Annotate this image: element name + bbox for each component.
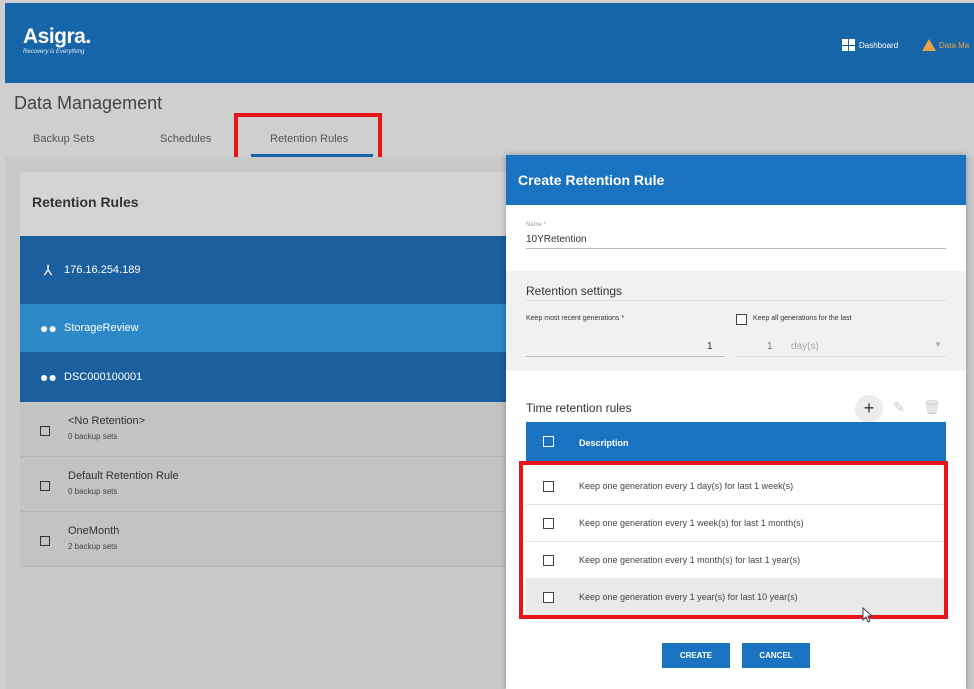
name-field[interactable]: 10YRetention <box>526 234 587 245</box>
dashboard-label: Dashboard <box>859 40 899 50</box>
page-title: Data Management <box>14 93 163 113</box>
data-management-link[interactable]: Data Ma <box>922 39 969 51</box>
tab-bar: Backup Sets Schedules Retention Rules <box>5 125 974 157</box>
retention-rules-card: Retention Rules <box>20 172 510 236</box>
keep-recent-underline <box>526 356 725 357</box>
cancel-button[interactable]: CANCEL <box>742 643 810 668</box>
list-item[interactable]: Default Retention Rule 0 backup sets <box>20 457 510 512</box>
keep-recent-label: Keep most recent generations * <box>526 315 625 322</box>
group-icon: ●● <box>40 320 57 336</box>
keep-recent-input[interactable]: 1 <box>707 341 713 352</box>
network-icon: ⅄ <box>43 261 53 278</box>
cursor-icon <box>862 607 874 623</box>
keep-all-checkbox[interactable] <box>736 314 747 325</box>
keep-all-underline <box>736 356 946 357</box>
dashboard-link[interactable]: Dashboard <box>842 39 898 51</box>
keep-all-unit-select[interactable]: day(s) <box>791 341 819 352</box>
tree-node-label: DSC000100001 <box>64 371 143 383</box>
dialog-title: Create Retention Rule <box>506 155 966 205</box>
table-header: Description <box>526 422 946 462</box>
rule-name: OneMonth <box>68 525 120 537</box>
retention-settings-title: Retention settings <box>526 284 623 298</box>
name-field-underline <box>526 248 946 249</box>
select-all-checkbox[interactable] <box>543 436 554 447</box>
keep-all-label: Keep all generations for the last <box>753 315 852 322</box>
rule-name: <No Retention> <box>68 415 146 427</box>
tree-node-label: StorageReview <box>64 322 139 334</box>
rule-name: Default Retention Rule <box>68 470 179 482</box>
keep-all-input[interactable]: 1 <box>767 341 773 352</box>
rule-checkbox[interactable] <box>40 426 50 436</box>
app-header: Asigra. Recovery is Everything Dashboard… <box>5 3 974 83</box>
asigra-logo: Asigra. <box>23 25 91 48</box>
time-retention-title: Time retention rules <box>526 401 632 415</box>
name-field-label: Name * <box>526 222 547 228</box>
tree-node-dsc[interactable]: ●● DSC000100001 <box>20 352 510 402</box>
add-icon[interactable]: + <box>855 395 883 423</box>
dashboard-icon <box>842 39 856 51</box>
list-item[interactable]: OneMonth 2 backup sets <box>20 512 510 567</box>
section-divider <box>526 300 946 301</box>
rule-checkbox[interactable] <box>40 536 50 546</box>
rule-count: 0 backup sets <box>68 432 118 441</box>
data-management-label: Data Ma <box>939 40 970 50</box>
delete-icon[interactable]: 🗑 <box>923 399 941 416</box>
tab-backup-sets[interactable]: Backup Sets <box>33 133 95 145</box>
tree-node-storagereview[interactable]: ●● StorageReview <box>20 304 510 352</box>
rule-count: 0 backup sets <box>68 487 118 496</box>
highlight-box-rules <box>519 461 948 619</box>
logo-tagline: Recovery is Everything <box>23 49 85 55</box>
tree-node-ip[interactable]: ⅄ 176.16.254.189 <box>20 236 510 304</box>
rule-count: 2 backup sets <box>68 542 118 551</box>
description-column-header: Description <box>579 438 629 448</box>
list-item[interactable]: <No Retention> 0 backup sets <box>20 402 510 457</box>
retention-rules-title: Retention Rules <box>32 194 139 210</box>
tab-schedules[interactable]: Schedules <box>160 133 211 145</box>
chevron-down-icon[interactable]: ▼ <box>934 340 942 349</box>
rule-checkbox[interactable] <box>40 481 50 491</box>
users-icon: ●● <box>40 369 57 385</box>
create-button[interactable]: CREATE <box>662 643 730 668</box>
data-management-icon <box>922 39 936 51</box>
tree-node-label: 176.16.254.189 <box>64 264 141 276</box>
edit-icon[interactable]: ✎ <box>893 399 905 416</box>
